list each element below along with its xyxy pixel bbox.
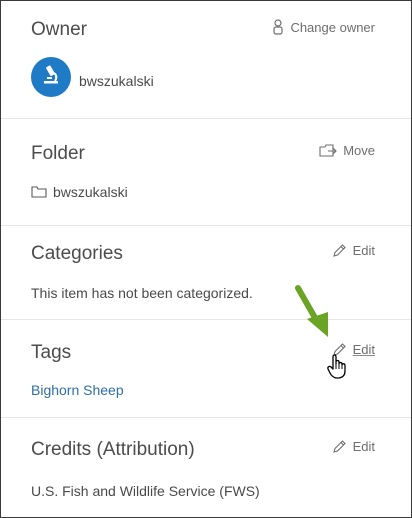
owner-avatar[interactable] [31,57,71,97]
folder-icon [31,185,47,203]
tags-edit-label: Edit [352,342,375,357]
categories-body: This item has not been categorized. [31,285,253,301]
item-details-panel: Owner Change owner bwszukalski Folder Mo… [0,0,412,518]
tag-item[interactable]: Bighorn Sheep [31,382,124,398]
green-arrow-icon [294,285,332,346]
folder-heading: Folder [31,143,85,164]
microscope-icon [40,64,62,91]
tags-heading: Tags [31,342,72,363]
section-divider [1,118,411,119]
categories-heading: Categories [31,243,123,264]
folder-name: bwszukalski [53,184,128,200]
credits-body: U.S. Fish and Wildlife Service (FWS) [31,483,260,499]
move-label: Move [343,143,375,158]
move-button[interactable]: Move [319,143,375,158]
credits-heading: Credits (Attribution) [31,439,195,460]
pencil-icon [332,243,347,258]
owner-username[interactable]: bwszukalski [79,73,154,89]
owner-heading: Owner [31,19,87,40]
credits-edit-label: Edit [352,439,375,454]
section-divider [1,417,411,418]
section-divider [1,319,411,320]
section-divider [1,225,411,226]
person-icon [272,19,284,35]
categories-edit-button[interactable]: Edit [332,243,375,258]
categories-edit-label: Edit [352,243,375,258]
change-owner-button[interactable]: Change owner [272,19,375,35]
pencil-icon [332,439,347,454]
change-owner-label: Change owner [290,19,375,35]
credits-edit-button[interactable]: Edit [332,439,375,454]
hand-cursor-icon [327,354,349,385]
move-icon [319,143,337,158]
